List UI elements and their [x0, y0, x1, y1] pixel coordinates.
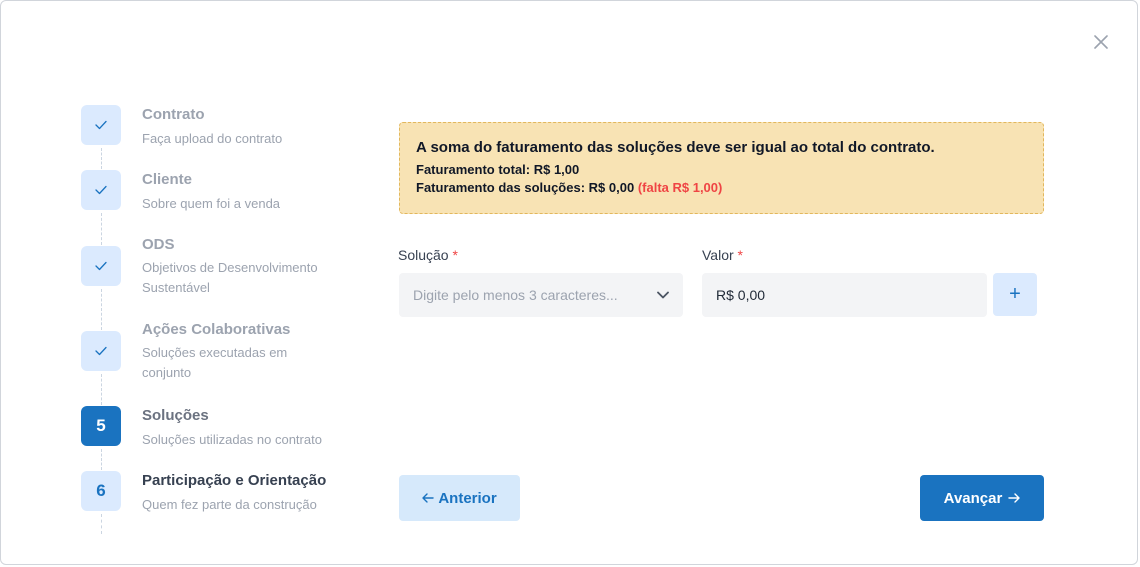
step-check-box — [81, 105, 121, 145]
value-label: Valor * — [702, 247, 743, 263]
solution-select-placeholder: Digite pelo menos 3 caracteres... — [413, 287, 618, 303]
required-mark: * — [737, 247, 743, 263]
step-title: Contrato — [142, 106, 205, 123]
close-button[interactable] — [1089, 30, 1113, 54]
step-subtitle: Sobre quem foi a venda — [142, 196, 281, 211]
step-title: Soluções — [142, 407, 209, 424]
step-subtitle: Faça upload do contrato — [142, 131, 283, 146]
connector — [101, 514, 102, 534]
step-title: Cliente — [142, 171, 193, 188]
close-icon — [1094, 35, 1108, 49]
required-mark: * — [452, 247, 458, 263]
step-number-box: 6 — [81, 471, 121, 511]
previous-button[interactable]: Anterior — [399, 475, 520, 521]
step-subtitle: Quem fez parte da construção — [142, 497, 317, 512]
step-subtitle: Soluções executadas em conjunto — [142, 345, 288, 380]
step-check-box — [81, 246, 121, 286]
solution-label: Solução * — [398, 247, 458, 263]
arrow-right-icon — [1008, 493, 1021, 503]
connector — [101, 289, 102, 330]
check-icon — [95, 261, 107, 271]
connector — [101, 213, 102, 245]
step-subtitle: Objetivos de Desenvolvimento Sustentável — [142, 260, 318, 295]
add-solution-button[interactable]: + — [993, 273, 1037, 316]
step-number-box: 5 — [81, 406, 121, 446]
alert-missing-amount: (falta R$ 1,00) — [637, 180, 723, 195]
step-title: Participação e Orientação — [142, 472, 327, 489]
step-title: Ações Colaborativas — [142, 321, 291, 338]
value-label-text: Valor — [702, 247, 734, 263]
solution-select[interactable]: Digite pelo menos 3 caracteres... — [399, 273, 683, 317]
plus-icon: + — [1009, 283, 1021, 305]
next-button[interactable]: Avançar — [920, 475, 1044, 521]
step-check-box — [81, 331, 121, 371]
next-button-label: Avançar — [943, 489, 1003, 507]
check-icon — [95, 120, 107, 130]
alert-solutions-text: Faturamento das soluções: R$ 0,00 — [416, 180, 635, 195]
alert-title: A soma do faturamento das soluções deve … — [416, 139, 935, 156]
connector — [101, 374, 102, 405]
connector — [101, 449, 102, 470]
alert-solutions-line: Faturamento das soluções: R$ 0,00 (falta… — [416, 179, 1027, 197]
check-icon — [95, 185, 107, 195]
value-input[interactable]: R$ 0,00 — [702, 273, 987, 317]
step-subtitle: Soluções utilizadas no contrato — [142, 432, 322, 447]
alert-total-line: Faturamento total: R$ 1,00 — [416, 162, 580, 177]
step-title: ODS — [142, 236, 175, 253]
solution-label-text: Solução — [398, 247, 449, 263]
chevron-down-icon — [657, 291, 669, 299]
connector — [101, 148, 102, 169]
warning-alert: A soma do faturamento das soluções deve … — [399, 122, 1044, 214]
step-check-box — [81, 170, 121, 210]
arrow-left-icon — [422, 493, 435, 503]
previous-button-label: Anterior — [438, 489, 497, 507]
check-icon — [95, 346, 107, 356]
dialog: Contrato Faça upload do contrato Cliente… — [0, 0, 1138, 565]
